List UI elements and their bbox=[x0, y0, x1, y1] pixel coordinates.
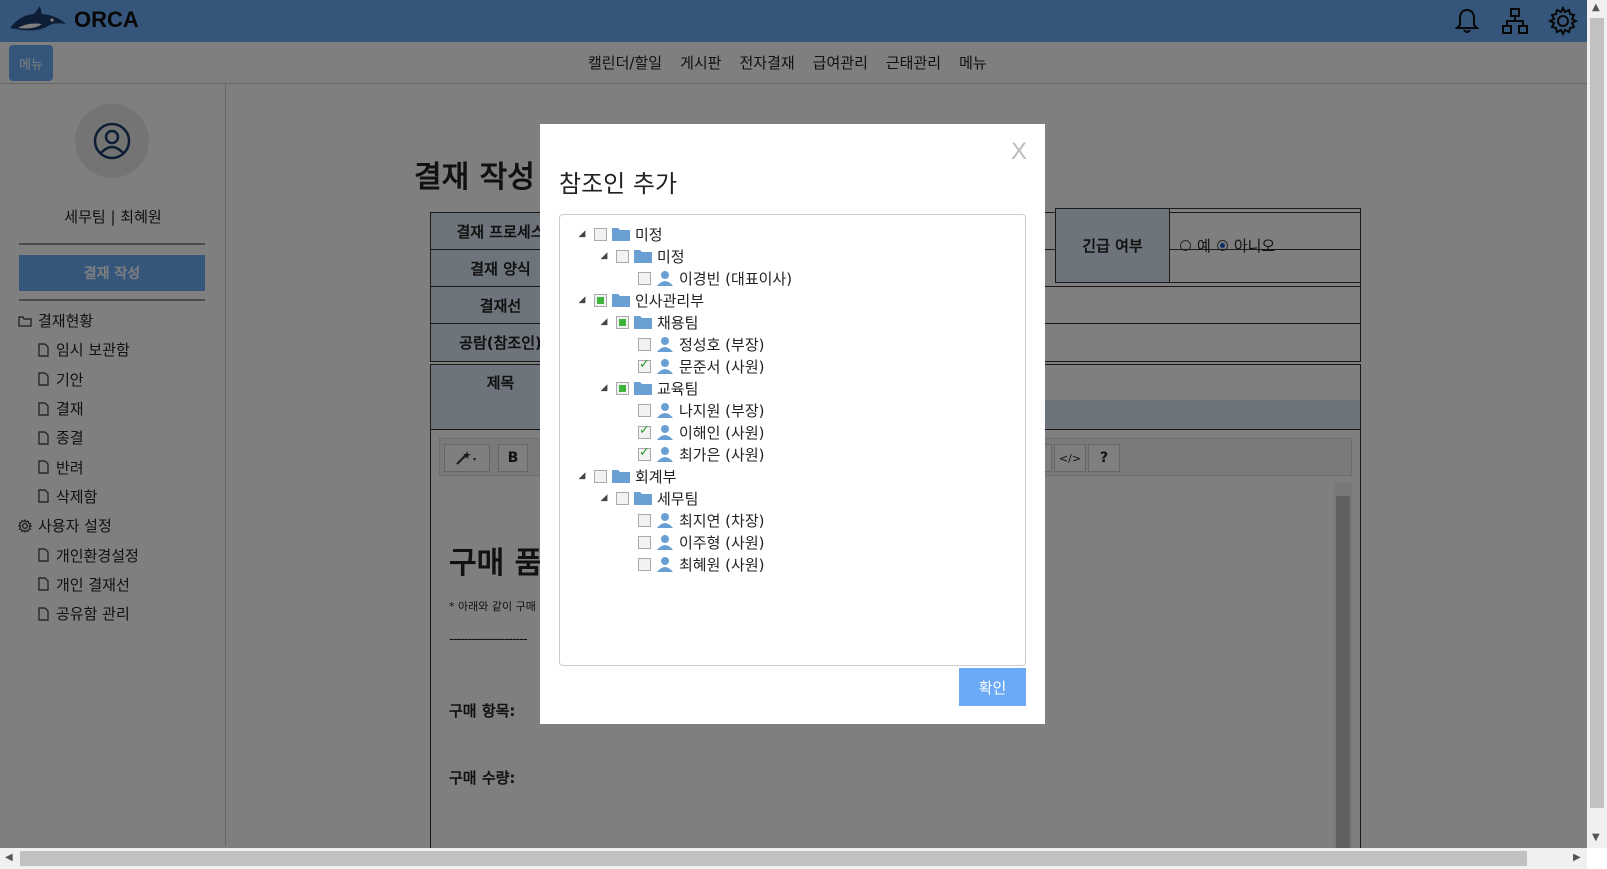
folder-icon bbox=[612, 294, 630, 307]
tree-checkbox[interactable] bbox=[616, 249, 629, 263]
person-icon bbox=[657, 535, 673, 550]
tree-checkbox[interactable] bbox=[638, 423, 651, 439]
tree-checkbox[interactable] bbox=[638, 357, 651, 373]
tree-node-label: 정성호 (부장) bbox=[679, 335, 765, 354]
tree-toggle-icon[interactable]: ◢ bbox=[575, 229, 589, 239]
person-icon bbox=[657, 403, 673, 418]
tree-checkbox[interactable] bbox=[594, 293, 607, 307]
folder-icon bbox=[634, 382, 652, 395]
tree-node-person[interactable]: 이경빈 (대표이사) bbox=[619, 267, 792, 289]
tree-node-label: 교육팀 bbox=[657, 379, 699, 398]
tree-toggle-icon[interactable]: ◢ bbox=[597, 251, 611, 261]
tree-checkbox[interactable] bbox=[638, 557, 651, 571]
folder-icon bbox=[634, 250, 652, 263]
tree-node-department[interactable]: ◢ 미정 bbox=[575, 223, 663, 245]
tree-toggle-icon[interactable]: ◢ bbox=[597, 493, 611, 503]
tree-node-label: 최지연 (차장) bbox=[679, 511, 765, 530]
tree-node-label: 이주형 (사원) bbox=[679, 533, 765, 552]
person-icon bbox=[657, 513, 673, 528]
tree-toggle-icon[interactable]: ◢ bbox=[575, 471, 589, 481]
person-icon bbox=[657, 447, 673, 462]
tree-node-label: 미정 bbox=[657, 247, 685, 266]
tree-node-person[interactable]: 이주형 (사원) bbox=[619, 531, 764, 553]
modal-title: 참조인 추가 bbox=[559, 170, 678, 198]
tree-node-label: 나지원 (부장) bbox=[679, 401, 765, 420]
folder-icon bbox=[612, 470, 630, 483]
tree-toggle-icon[interactable]: ◢ bbox=[597, 383, 611, 393]
org-tree: ◢ 미정 ◢ 미정이경빈 (대표이사) ◢ 인사관리부 ◢ 채용팀정성호 (부장) 문준서 (사… bbox=[559, 214, 1026, 666]
tree-node-label: 미정 bbox=[635, 225, 663, 244]
tree-checkbox[interactable] bbox=[638, 535, 651, 549]
tree-checkbox[interactable] bbox=[616, 381, 629, 395]
tree-node-department[interactable]: ◢ 교육팀 bbox=[597, 377, 699, 399]
confirm-button[interactable]: 확인 bbox=[959, 668, 1026, 706]
tree-node-person[interactable]: 최가은 (사원) bbox=[619, 443, 764, 465]
tree-node-label: 이해인 (사원) bbox=[679, 423, 765, 442]
tree-checkbox[interactable] bbox=[638, 403, 651, 417]
tree-node-department[interactable]: ◢ 채용팀 bbox=[597, 311, 699, 333]
folder-icon bbox=[634, 316, 652, 329]
page-vertical-scrollbar[interactable]: ▲ ▼ bbox=[1587, 0, 1607, 848]
tree-checkbox[interactable] bbox=[638, 337, 651, 351]
add-reference-modal: X 참조인 추가 ◢ 미정 ◢ 미정이경빈 (대표이사) ◢ 인사관리부 ◢ 채용팀정성호 (… bbox=[540, 124, 1045, 724]
person-icon bbox=[657, 557, 673, 572]
modal-close-button[interactable]: X bbox=[1011, 138, 1027, 166]
folder-icon bbox=[634, 492, 652, 505]
tree-node-label: 이경빈 (대표이사) bbox=[679, 269, 793, 288]
tree-node-department[interactable]: ◢ 미정 bbox=[597, 245, 685, 267]
tree-node-person[interactable]: 정성호 (부장) bbox=[619, 333, 764, 355]
person-icon bbox=[657, 359, 673, 374]
tree-toggle-icon[interactable]: ◢ bbox=[575, 295, 589, 305]
tree-node-department[interactable]: ◢ 회계부 bbox=[575, 465, 677, 487]
tree-toggle-icon[interactable]: ◢ bbox=[597, 317, 611, 327]
scroll-right-icon[interactable]: ▶ bbox=[1573, 852, 1581, 863]
tree-checkbox[interactable] bbox=[638, 513, 651, 527]
tree-checkbox[interactable] bbox=[594, 227, 607, 241]
tree-checkbox[interactable] bbox=[594, 469, 607, 483]
tree-node-person[interactable]: 최혜원 (사원) bbox=[619, 553, 764, 575]
tree-node-label: 채용팀 bbox=[657, 313, 699, 332]
tree-node-label: 최혜원 (사원) bbox=[679, 555, 765, 574]
page-horizontal-scrollbar[interactable]: ◀ ▶ bbox=[0, 848, 1587, 869]
scroll-up-icon[interactable]: ▲ bbox=[1592, 2, 1600, 13]
person-icon bbox=[657, 271, 673, 286]
tree-node-label: 회계부 bbox=[635, 467, 677, 486]
page-vscroll-thumb[interactable] bbox=[1590, 18, 1604, 808]
tree-node-department[interactable]: ◢ 인사관리부 bbox=[575, 289, 704, 311]
tree-node-person[interactable]: 최지연 (차장) bbox=[619, 509, 764, 531]
page-hscroll-thumb[interactable] bbox=[20, 851, 1527, 866]
tree-node-department[interactable]: ◢ 세무팀 bbox=[597, 487, 699, 509]
tree-node-label: 세무팀 bbox=[657, 489, 699, 508]
tree-checkbox[interactable] bbox=[616, 491, 629, 505]
tree-checkbox[interactable] bbox=[638, 271, 651, 285]
tree-node-label: 최가은 (사원) bbox=[679, 445, 765, 464]
folder-icon bbox=[612, 228, 630, 241]
tree-checkbox[interactable] bbox=[638, 445, 651, 461]
person-icon bbox=[657, 337, 673, 352]
scroll-left-icon[interactable]: ◀ bbox=[5, 852, 13, 863]
tree-node-person[interactable]: 이해인 (사원) bbox=[619, 421, 764, 443]
person-icon bbox=[657, 425, 673, 440]
tree-node-label: 문준서 (사원) bbox=[679, 357, 765, 376]
scroll-down-icon[interactable]: ▼ bbox=[1592, 832, 1600, 843]
tree-checkbox[interactable] bbox=[616, 315, 629, 329]
tree-node-label: 인사관리부 bbox=[635, 291, 705, 310]
tree-node-person[interactable]: 나지원 (부장) bbox=[619, 399, 764, 421]
tree-node-person[interactable]: 문준서 (사원) bbox=[619, 355, 764, 377]
